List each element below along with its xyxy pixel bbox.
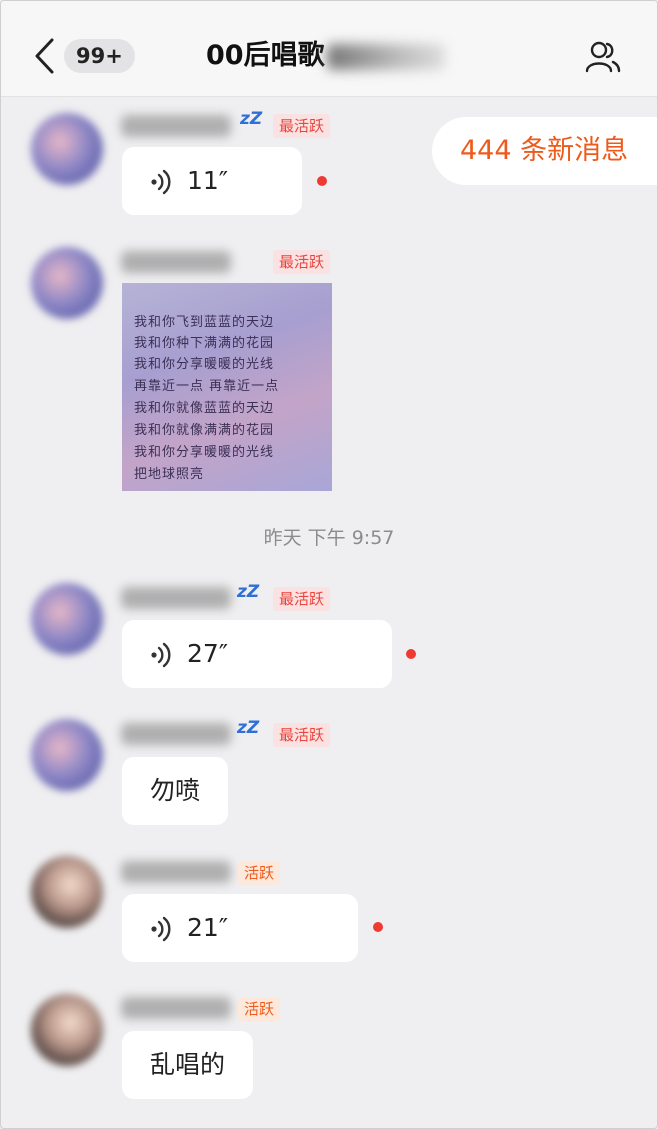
- avatar[interactable]: [31, 247, 103, 319]
- nickname-redacted: [121, 723, 231, 745]
- activity-badge: 最活跃: [273, 587, 331, 611]
- voice-wave-icon: [151, 916, 171, 942]
- voice-duration: 11″: [187, 166, 229, 195]
- unplayed-dot: [317, 176, 327, 186]
- image-text-line: 我和你就像满满的花园: [134, 423, 275, 438]
- voice-message-bubble[interactable]: 11″: [122, 147, 302, 215]
- nickname-redacted: [121, 861, 231, 883]
- nickname-redacted: [121, 115, 231, 137]
- activity-badge: 最活跃: [273, 114, 331, 138]
- image-text-line: 我和你分享暖暖的光线: [134, 357, 275, 372]
- image-text-line: 我和你飞到蓝蓝的天边: [134, 315, 275, 330]
- nickname-redacted: [121, 997, 231, 1019]
- zzz-icon: zZ: [237, 718, 260, 738]
- chevron-left-icon[interactable]: [33, 37, 57, 75]
- nickname-redacted: [121, 587, 231, 609]
- unread-count-badge[interactable]: 99+: [64, 39, 135, 73]
- avatar[interactable]: [31, 113, 103, 185]
- voice-duration: 27″: [187, 639, 229, 668]
- text-message-bubble[interactable]: 勿喷: [122, 757, 229, 825]
- image-text-line: 再靠近一点 再靠近一点: [134, 379, 280, 394]
- voice-wave-icon: [151, 169, 171, 195]
- activity-badge: 最活跃: [273, 723, 331, 747]
- avatar[interactable]: [31, 583, 103, 655]
- voice-message-bubble[interactable]: 21″: [122, 894, 358, 962]
- avatar[interactable]: [31, 994, 103, 1066]
- avatar[interactable]: [31, 856, 103, 928]
- chat-header: 99+ 00后唱歌: [1, 1, 657, 97]
- avatar[interactable]: [31, 719, 103, 791]
- group-title: 00后唱歌: [206, 33, 445, 79]
- unplayed-dot: [373, 922, 383, 932]
- group-members-icon[interactable]: [585, 39, 621, 75]
- zzz-icon: zZ: [237, 582, 260, 602]
- activity-badge: 活跃: [238, 997, 281, 1021]
- voice-wave-icon: [151, 642, 171, 668]
- image-text-line: 我和你分享暖暖的光线: [134, 445, 275, 460]
- image-text-line: 我和你种下满满的花园: [134, 336, 275, 351]
- zzz-icon: zZ: [240, 109, 263, 129]
- unplayed-dot: [406, 649, 416, 659]
- title-redaction: [326, 43, 445, 70]
- nickname-redacted: [121, 251, 231, 273]
- message-timestamp: 昨天 下午 9:57: [263, 527, 395, 549]
- voice-message-bubble[interactable]: 27″: [122, 620, 392, 688]
- new-messages-button[interactable]: 444 条新消息: [432, 117, 657, 185]
- group-title-text: 00后唱歌: [206, 40, 325, 71]
- activity-badge: 最活跃: [273, 250, 331, 274]
- image-text-line: 把地球照亮: [134, 467, 205, 482]
- chat-screen: 99+ 00后唱歌 zZ 最活跃 11″ 444 条新消息 最活跃 我和你飞到蓝…: [0, 0, 658, 1129]
- text-message-bubble[interactable]: 乱唱的: [122, 1031, 254, 1099]
- activity-badge: 活跃: [238, 861, 281, 885]
- image-message[interactable]: 我和你飞到蓝蓝的天边 我和你种下满满的花园 我和你分享暖暖的光线 再靠近一点 再…: [122, 283, 332, 491]
- voice-duration: 21″: [187, 913, 229, 942]
- image-text-line: 我和你就像蓝蓝的天边: [134, 401, 275, 416]
